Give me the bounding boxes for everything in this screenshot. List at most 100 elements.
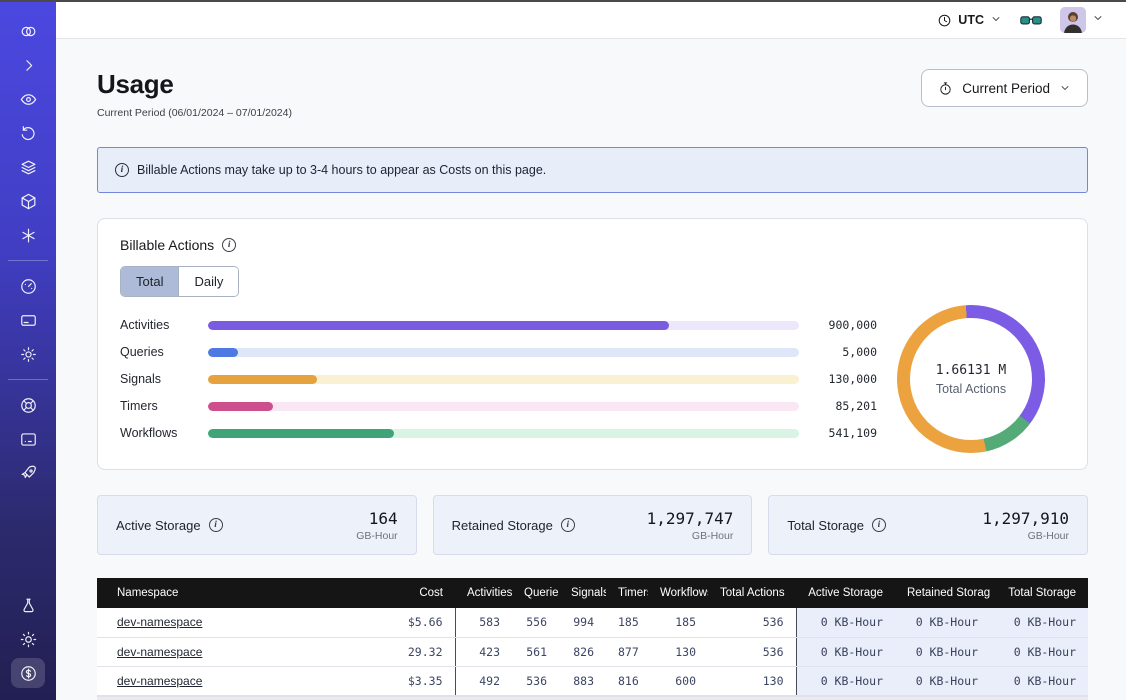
cell-timers: 816 <box>606 666 648 695</box>
theme-sun-icon[interactable] <box>11 624 45 654</box>
bar-track <box>208 348 799 357</box>
info-icon[interactable]: i <box>209 518 223 532</box>
billable-actions-title: Billable Actions i <box>120 237 1065 253</box>
sidebar-divider <box>8 379 48 380</box>
cell-activities: 492 <box>455 666 512 695</box>
timezone-label: UTC <box>958 13 984 27</box>
namespace-usage-table: NamespaceCostActivitiesQueriesSignalsTim… <box>97 578 1088 696</box>
bar-label: Timers <box>120 399 208 413</box>
col-header-total-storage: Total Storage <box>990 578 1088 608</box>
main-area: UTC <box>56 2 1126 700</box>
info-icon[interactable]: i <box>872 518 886 532</box>
cell-workflows: 185 <box>648 608 708 637</box>
retained-storage-value: 1,297,747 <box>647 509 734 528</box>
bar-row-activities: Activities900,000 <box>120 317 877 334</box>
namespaces-eye-icon[interactable] <box>11 84 45 114</box>
donut-chart-area: 1.66131 M Total Actions <box>877 305 1065 453</box>
active-storage-card: Active Storagei 164GB-Hour <box>97 495 417 555</box>
current-period-subtitle: Current Period (06/01/2024 – 07/01/2024) <box>97 107 292 119</box>
info-icon[interactable]: i <box>222 238 236 252</box>
bar-value: 130,000 <box>799 372 877 386</box>
bar-chart: Activities900,000 Queries 5,000 Signals 130,… <box>120 307 877 452</box>
layers-icon[interactable] <box>11 152 45 182</box>
bar-track <box>208 321 799 330</box>
bar-fill <box>208 402 273 411</box>
cell-retained-storage: 0 KB-Hour <box>895 637 990 666</box>
bar-label: Workflows <box>120 426 208 440</box>
cell-total-storage: 0 KB-Hour <box>990 637 1088 666</box>
pricing-coin-icon[interactable] <box>11 658 45 688</box>
namespace-link[interactable]: dev-namespace <box>117 674 202 688</box>
table-footer-partial <box>97 696 1088 700</box>
bar-track <box>208 429 799 438</box>
cell-active-storage: 0 KB-Hour <box>796 637 895 666</box>
period-dropdown-button[interactable]: Current Period <box>921 69 1088 107</box>
retained-storage-unit: GB-Hour <box>647 530 734 542</box>
info-icon[interactable]: i <box>561 518 575 532</box>
cube-icon[interactable] <box>11 186 45 216</box>
temporal-logo-icon[interactable] <box>11 16 45 46</box>
cell-activities: 583 <box>455 608 512 637</box>
page-content: Usage Current Period (06/01/2024 – 07/01… <box>56 39 1126 700</box>
clock-icon <box>937 13 952 28</box>
cell-signals: 994 <box>559 608 606 637</box>
retained-storage-label: Retained Storage <box>452 518 553 533</box>
cell-workflows: 600 <box>648 666 708 695</box>
support-lifebuoy-icon[interactable] <box>11 390 45 420</box>
history-icon[interactable] <box>11 118 45 148</box>
chevron-down-icon <box>1092 11 1104 29</box>
donut-chart: 1.66131 M Total Actions <box>897 305 1045 453</box>
bar-value: 85,201 <box>799 399 877 413</box>
total-storage-unit: GB-Hour <box>982 530 1069 542</box>
col-header-signals: Signals <box>559 578 606 608</box>
timezone-selector[interactable]: UTC <box>937 13 1002 28</box>
bar-fill <box>208 375 317 384</box>
account-menu[interactable] <box>1060 7 1104 33</box>
settings-gear-icon[interactable] <box>11 339 45 369</box>
total-storage-value: 1,297,910 <box>982 509 1069 528</box>
glasses-icon <box>1020 12 1042 28</box>
tab-daily[interactable]: Daily <box>178 267 238 296</box>
namespace-cell: dev-namespace <box>97 608 383 637</box>
docs-terminal-icon[interactable] <box>11 424 45 454</box>
usage-gauge-icon[interactable] <box>11 271 45 301</box>
retained-storage-card: Retained Storage i 1,297,747 GB-Hour <box>433 495 753 555</box>
asterisk-icon[interactable] <box>11 220 45 250</box>
total-storage-label: Total Storage <box>787 518 864 533</box>
cell-total-storage: 0 KB-Hour <box>990 608 1088 637</box>
chevron-down-icon <box>1059 82 1071 94</box>
bar-label: Signals <box>120 372 208 386</box>
bar-label: Activities <box>120 318 208 332</box>
active-storage-label: Active Storage <box>116 518 201 533</box>
bar-fill <box>208 429 394 438</box>
page-header: Usage Current Period (06/01/2024 – 07/01… <box>97 69 1088 119</box>
bar-fill <box>208 321 669 330</box>
cell-total-storage: 0 KB-Hour <box>990 666 1088 695</box>
app-window: UTC <box>0 0 1126 700</box>
rocket-icon[interactable] <box>11 458 45 488</box>
billing-card-icon[interactable] <box>11 305 45 335</box>
feedback-glasses-button[interactable] <box>1020 12 1042 28</box>
table-row: dev-namespace$5.665835569941851855360 KB… <box>97 608 1088 637</box>
tab-total[interactable]: Total <box>121 267 178 296</box>
cell-retained-storage: 0 KB-Hour <box>895 608 990 637</box>
bar-value: 5,000 <box>799 345 877 359</box>
col-header-cost: Cost <box>383 578 455 608</box>
stopwatch-icon <box>938 81 953 96</box>
sidebar <box>0 2 56 700</box>
total-storage-card: Total Storage i 1,297,910 GB-Hour <box>768 495 1088 555</box>
bar-label: Queries <box>120 345 208 359</box>
bar-track <box>208 402 799 411</box>
namespace-link[interactable]: dev-namespace <box>117 615 202 629</box>
cell-queries: 556 <box>512 608 559 637</box>
namespace-link[interactable]: dev-namespace <box>117 645 202 659</box>
col-header-activities: Activities <box>455 578 512 608</box>
collapse-chevron-icon[interactable] <box>11 50 45 80</box>
cell-queries: 536 <box>512 666 559 695</box>
billable-actions-card: Billable Actions i Total Daily Activitie… <box>97 218 1088 470</box>
col-header-timers: Timers <box>606 578 648 608</box>
col-header-workflows: Workflows <box>648 578 708 608</box>
cell-timers: 185 <box>606 608 648 637</box>
lab-flask-icon[interactable] <box>11 590 45 620</box>
namespace-cell: dev-namespace <box>97 666 383 695</box>
